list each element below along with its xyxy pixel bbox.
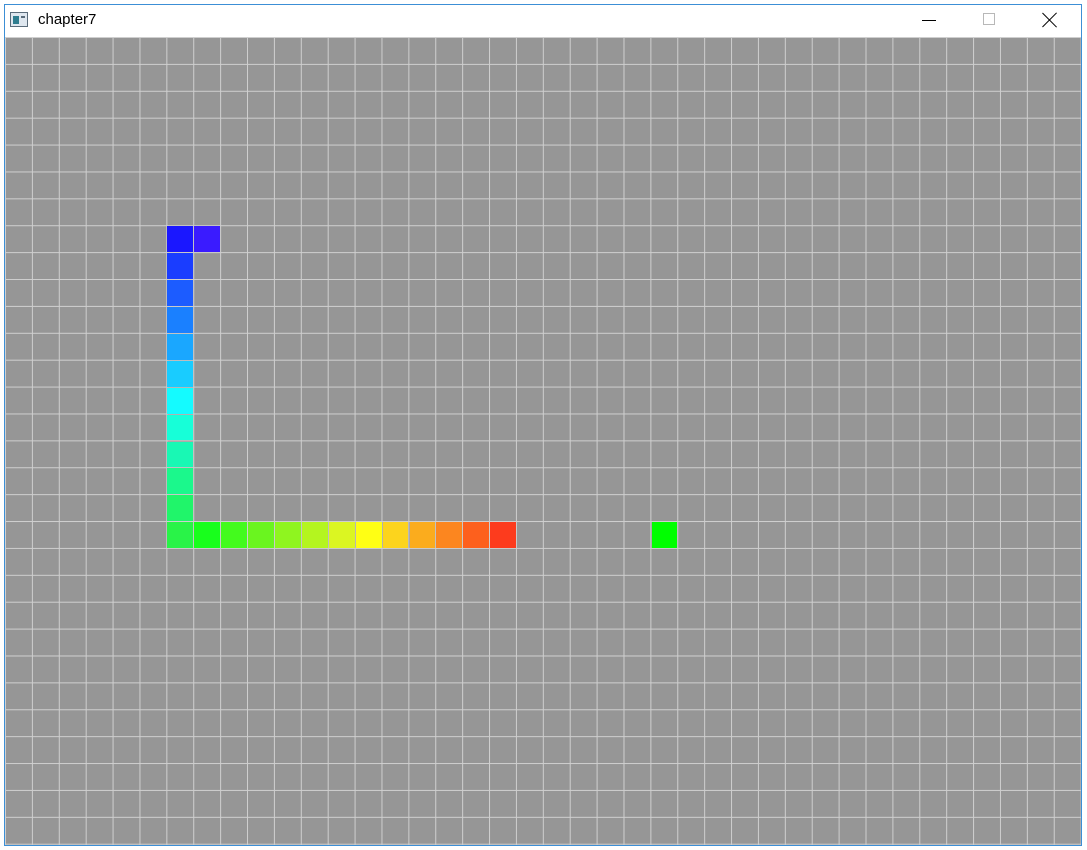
food-pellet — [651, 522, 678, 549]
maximize-icon — [983, 13, 995, 25]
snake-segment — [167, 333, 194, 360]
close-button[interactable] — [1020, 5, 1078, 35]
snake-segment — [463, 522, 490, 549]
snake-segment — [167, 414, 194, 441]
maximize-button[interactable] — [960, 5, 1018, 35]
snake-segment — [167, 387, 194, 414]
snake-segment — [409, 522, 436, 549]
snake-segment — [221, 522, 248, 549]
game-board[interactable] — [5, 37, 1081, 845]
snake-segment — [167, 522, 194, 549]
snake-head — [194, 226, 221, 253]
snake-segment — [167, 495, 194, 522]
snake-segment — [436, 522, 463, 549]
snake-segment — [301, 522, 328, 549]
snake-segment — [167, 307, 194, 333]
snake-segment — [355, 522, 382, 549]
snake-segment — [194, 522, 221, 549]
title-bar[interactable]: chapter7 — [5, 5, 1081, 37]
snake-segment — [167, 441, 194, 468]
snake-segment — [167, 360, 194, 387]
snake-segment — [382, 522, 409, 549]
snake-segment — [167, 280, 194, 306]
minimize-button[interactable] — [900, 5, 958, 35]
window-title: chapter7 — [38, 11, 97, 28]
minimize-icon — [922, 20, 936, 21]
snake-segment — [167, 226, 194, 253]
snake-segment — [328, 522, 355, 549]
app-window-icon[interactable] — [10, 12, 28, 27]
app-window: chapter7 — [4, 4, 1082, 846]
close-icon — [1042, 12, 1058, 28]
snake-segment — [248, 522, 274, 549]
snake-segment — [167, 468, 194, 495]
snake-segment — [490, 522, 517, 549]
snake-segment — [275, 522, 301, 549]
snake-segment — [167, 253, 194, 280]
